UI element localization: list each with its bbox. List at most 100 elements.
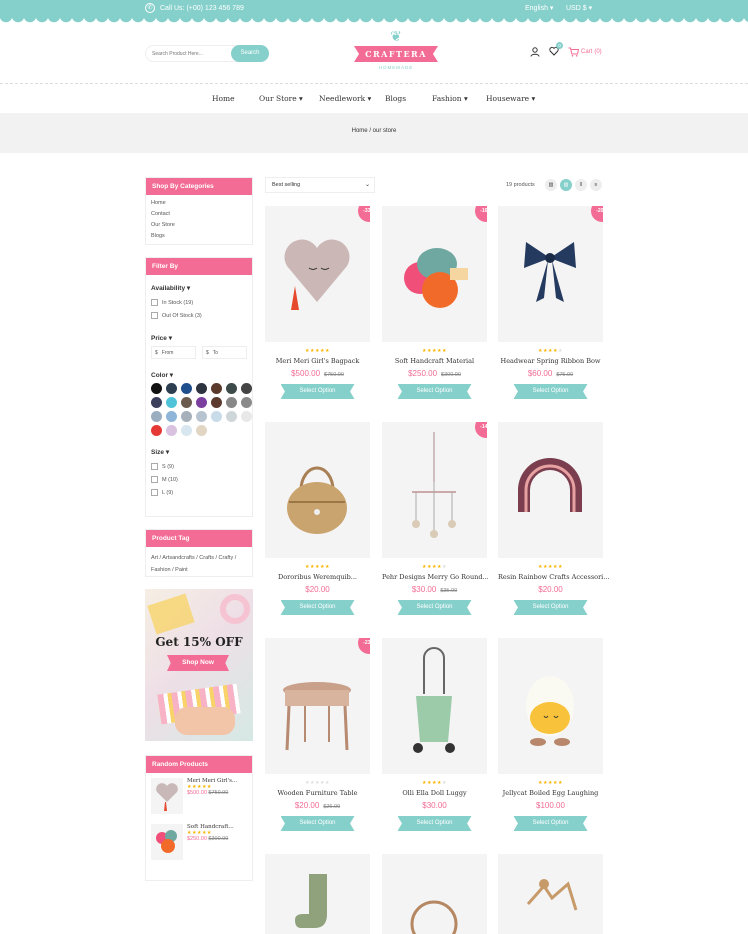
color-swatch[interactable]: [226, 411, 237, 422]
nav-home[interactable]: Home: [212, 94, 235, 103]
filter-size-s[interactable]: S (9): [151, 460, 247, 473]
product-title[interactable]: Meri Meri Girl's Bagpack: [265, 357, 370, 365]
category-home[interactable]: Home: [151, 198, 247, 209]
checkbox[interactable]: [151, 312, 158, 319]
shop-now-button[interactable]: Shop Now: [167, 655, 229, 671]
product-image[interactable]: [498, 422, 603, 558]
select-option-button[interactable]: Select Option: [513, 816, 588, 831]
color-swatch[interactable]: [151, 383, 162, 394]
language-selector[interactable]: English ▾: [525, 4, 553, 12]
select-option-button[interactable]: Select Option: [397, 600, 472, 615]
product-image[interactable]: [498, 638, 603, 774]
tag-list[interactable]: Fashion / Paint: [151, 564, 247, 576]
filter-in-stock[interactable]: In Stock (19): [151, 296, 247, 309]
color-swatch[interactable]: [166, 397, 177, 408]
color-swatch[interactable]: [211, 411, 222, 422]
product-card[interactable]: ★★★★★ Dororibus Weremquib... $20.00 Select …: [265, 422, 370, 615]
nav-fashion[interactable]: Fashion ▾: [432, 94, 468, 103]
color-swatch[interactable]: [181, 411, 192, 422]
product-card[interactable]: [265, 854, 370, 934]
product-card[interactable]: -23% ★★★★★ Wooden Furniture Table $20.00$26…: [265, 638, 370, 831]
grid-3-view-icon[interactable]: ▥: [560, 179, 572, 191]
filter-size-l[interactable]: L (9): [151, 486, 247, 499]
select-option-button[interactable]: Select Option: [397, 816, 472, 831]
product-image[interactable]: [382, 854, 487, 934]
color-swatch[interactable]: [241, 411, 252, 422]
nav-blogs[interactable]: Blogs: [385, 94, 406, 103]
product-card[interactable]: -33% ★★★★★ Meri Meri Girl's Bagpack $500.00…: [265, 206, 370, 399]
select-option-button[interactable]: Select Option: [280, 816, 355, 831]
product-card[interactable]: [498, 854, 603, 934]
product-title[interactable]: Jellycat Boiled Egg Laughing: [498, 789, 603, 797]
filter-size-m[interactable]: M (10): [151, 473, 247, 486]
color-swatch[interactable]: [241, 383, 252, 394]
filter-out-of-stock[interactable]: Out Of Stock (3): [151, 309, 247, 322]
color-swatch[interactable]: [226, 397, 237, 408]
color-swatch[interactable]: [181, 397, 192, 408]
category-blogs[interactable]: Blogs: [151, 231, 247, 242]
wishlist-button[interactable]: 0: [549, 42, 563, 58]
color-swatch[interactable]: [151, 425, 162, 436]
product-card[interactable]: ★★★★★ Olli Ella Doll Luggy $30.00 Select Op…: [382, 638, 487, 831]
price-from-input[interactable]: $ From: [151, 346, 196, 359]
color-swatch[interactable]: [211, 383, 222, 394]
category-our-store[interactable]: Our Store: [151, 220, 247, 231]
product-card[interactable]: ★★★★★ Resin Rainbow Crafts Accessori... $2…: [498, 422, 609, 615]
color-swatch[interactable]: [196, 411, 207, 422]
color-swatch[interactable]: [241, 397, 252, 408]
search-input[interactable]: [152, 46, 232, 61]
product-thumbnail[interactable]: [151, 824, 183, 860]
price-to-input[interactable]: $ To: [202, 346, 247, 359]
product-thumbnail[interactable]: [151, 778, 183, 814]
color-swatch[interactable]: [181, 383, 192, 394]
product-card[interactable]: ★★★★★ Jellycat Boiled Egg Laughing $100.00…: [498, 638, 603, 831]
product-title[interactable]: Headwear Spring Ribbon Bow: [498, 357, 603, 365]
tag-list[interactable]: Art / Artsandcrafts / Crafts / Crafty /: [151, 552, 247, 564]
color-heading[interactable]: Color ▾: [151, 371, 247, 379]
breadcrumb-home[interactable]: Home: [352, 128, 368, 134]
checkbox[interactable]: [151, 489, 158, 496]
category-contact[interactable]: Contact: [151, 209, 247, 220]
product-title[interactable]: Soft Handcraft Material: [382, 357, 487, 365]
product-title[interactable]: Pehr Designs Merry Go Round...: [382, 573, 489, 581]
select-option-button[interactable]: Select Option: [513, 384, 588, 399]
product-image[interactable]: [382, 638, 487, 774]
color-swatch[interactable]: [196, 383, 207, 394]
sort-select[interactable]: Best selling ⌄: [265, 177, 375, 193]
currency-selector[interactable]: USD $ ▾: [566, 4, 592, 12]
nav-needlework[interactable]: Needlework ▾: [319, 94, 371, 103]
product-card[interactable]: [382, 854, 487, 934]
color-swatch[interactable]: [181, 425, 192, 436]
nav-houseware[interactable]: Houseware ▾: [486, 94, 535, 103]
color-swatch[interactable]: [151, 397, 162, 408]
color-swatch[interactable]: [166, 383, 177, 394]
product-card[interactable]: -14% ★★★★★ Pehr Designs Merry Go Round... $…: [382, 422, 489, 615]
product-image[interactable]: -23%: [265, 638, 370, 774]
color-swatch[interactable]: [166, 425, 177, 436]
product-card[interactable]: -16% ★★★★★ Soft Handcraft Material $250.00$…: [382, 206, 487, 399]
product-image[interactable]: -14%: [382, 422, 487, 558]
color-swatch[interactable]: [151, 411, 162, 422]
product-title[interactable]: Dororibus Weremquib...: [265, 573, 370, 581]
cart-button[interactable]: Cart (0): [568, 47, 602, 57]
color-swatch[interactable]: [196, 397, 207, 408]
product-image[interactable]: -20%: [498, 206, 603, 342]
color-swatch[interactable]: [166, 411, 177, 422]
product-title[interactable]: Resin Rainbow Crafts Accessori...: [498, 573, 609, 581]
product-title[interactable]: Olli Ella Doll Luggy: [382, 789, 487, 797]
color-swatch[interactable]: [196, 425, 207, 436]
select-option-button[interactable]: Select Option: [280, 384, 355, 399]
select-option-button[interactable]: Select Option: [513, 600, 588, 615]
color-swatch[interactable]: [211, 397, 222, 408]
logo[interactable]: ❦ CRAFTERA HOMEMADE: [354, 28, 438, 74]
grid-4-view-icon[interactable]: ▥: [545, 179, 557, 191]
product-card[interactable]: -20% ★★★★★ Headwear Spring Ribbon Bow $60.0…: [498, 206, 603, 399]
product-image[interactable]: [265, 854, 370, 934]
list-view-icon[interactable]: ≡: [590, 179, 602, 191]
checkbox[interactable]: [151, 299, 158, 306]
random-product[interactable]: Soft Handcraft... ★★★★★ $250.00 $300.00: [146, 819, 252, 865]
select-option-button[interactable]: Select Option: [397, 384, 472, 399]
random-product[interactable]: Meri Meri Girl's... ★★★★★ $500.00 $750.0…: [146, 773, 252, 819]
product-image[interactable]: -33%: [265, 206, 370, 342]
select-option-button[interactable]: Select Option: [280, 600, 355, 615]
